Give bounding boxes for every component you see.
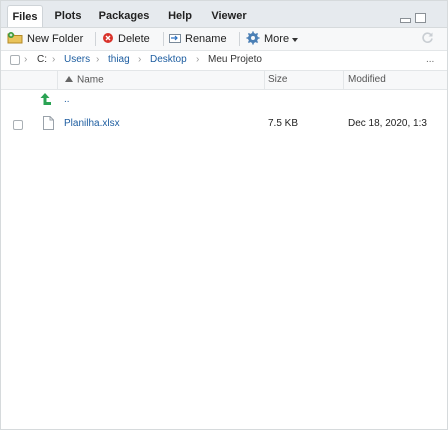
breadcrumb-item-thiag[interactable]: thiag xyxy=(108,54,130,65)
rename-label: Rename xyxy=(185,33,227,45)
delete-button[interactable]: Delete xyxy=(102,31,150,47)
breadcrumb-item-desktop[interactable]: Desktop xyxy=(150,54,187,65)
toolbar-divider xyxy=(163,32,164,46)
file-size: 7.5 KB xyxy=(268,118,299,129)
files-toolbar: New Folder Delete Rename More xyxy=(1,28,447,51)
sort-size-header[interactable]: Size xyxy=(268,71,287,89)
chevron-right-icon: › xyxy=(96,54,100,65)
column-divider xyxy=(343,71,344,89)
column-divider xyxy=(57,71,58,89)
file-row[interactable]: Planilha.xlsx 7.5 KB Dec 18, 2020, 1:3 xyxy=(1,113,447,135)
tab-bar: Files Plots Packages Help Viewer xyxy=(1,1,447,28)
new-folder-button[interactable]: New Folder xyxy=(7,31,83,47)
gear-icon xyxy=(246,31,260,48)
more-label: More xyxy=(264,33,290,45)
tab-help[interactable]: Help xyxy=(161,5,199,27)
chevron-right-icon: › xyxy=(196,54,200,65)
chevron-right-icon: › xyxy=(52,54,56,65)
refresh-icon xyxy=(421,31,434,47)
maximize-icon[interactable] xyxy=(415,10,426,23)
toolbar-divider xyxy=(239,32,240,46)
sort-asc-icon xyxy=(65,71,73,89)
file-name-link[interactable]: Planilha.xlsx xyxy=(64,113,120,135)
chevron-down-icon xyxy=(292,33,299,45)
refresh-button[interactable] xyxy=(421,31,434,47)
minimize-icon[interactable] xyxy=(400,10,411,23)
select-all-checkbox[interactable] xyxy=(10,55,20,65)
chevron-right-icon: › xyxy=(138,54,142,65)
files-pane: Files Plots Packages Help Viewer New Fol… xyxy=(0,0,448,430)
tab-files[interactable]: Files xyxy=(7,5,43,27)
sort-modified-header[interactable]: Modified xyxy=(348,71,386,89)
rename-button[interactable]: Rename xyxy=(169,31,227,47)
parent-directory-link[interactable]: .. xyxy=(64,89,70,111)
rename-icon xyxy=(169,32,181,47)
file-checkbox[interactable] xyxy=(13,120,23,130)
file-icon xyxy=(43,113,54,135)
chevron-right-icon: › xyxy=(24,54,28,65)
file-modified: Dec 18, 2020, 1:3 xyxy=(348,118,427,129)
sort-name-header[interactable]: Name xyxy=(65,71,104,89)
toolbar-divider xyxy=(95,32,96,46)
parent-directory-row[interactable]: .. xyxy=(1,89,447,111)
breadcrumb-item-drive[interactable]: C: xyxy=(37,54,47,65)
tab-plots[interactable]: Plots xyxy=(49,5,87,27)
more-button[interactable]: More xyxy=(246,31,299,48)
column-divider xyxy=(264,71,265,89)
tab-packages[interactable]: Packages xyxy=(93,5,155,27)
column-header-row: Name Size Modified xyxy=(1,71,447,90)
breadcrumb-item-current: Meu Projeto xyxy=(208,54,262,65)
delete-label: Delete xyxy=(118,33,150,45)
up-arrow-icon xyxy=(39,89,53,111)
breadcrumb-item-users[interactable]: Users xyxy=(64,54,90,65)
new-folder-icon xyxy=(7,31,23,47)
breadcrumb: › C: › Users › thiag › Desktop › Meu Pro… xyxy=(1,51,447,71)
column-name-label: Name xyxy=(77,74,104,86)
new-folder-label: New Folder xyxy=(27,33,84,45)
go-to-directory-button[interactable]: ... xyxy=(426,54,434,65)
tab-viewer[interactable]: Viewer xyxy=(205,5,253,27)
delete-icon xyxy=(102,32,114,47)
